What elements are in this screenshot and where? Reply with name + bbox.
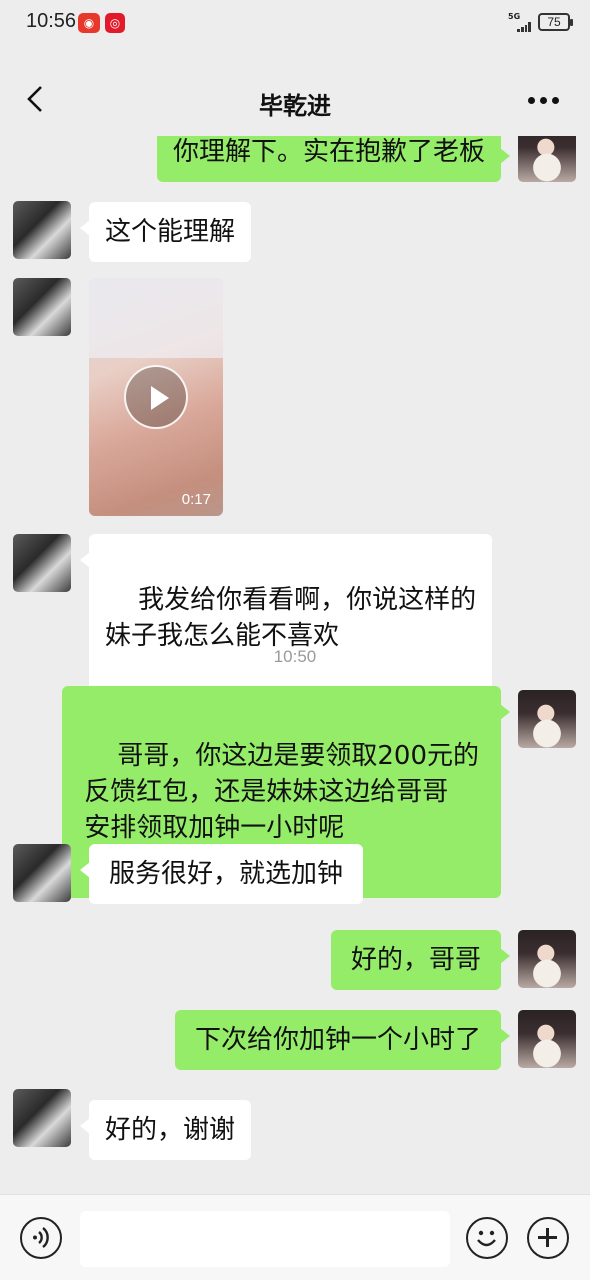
voice-icon[interactable]: [20, 1217, 62, 1259]
message-bubble-incoming[interactable]: 我发给你看看啊，你说这样的 妹子我怎么能不喜欢: [79, 534, 493, 702]
input-bar: [0, 1194, 590, 1280]
more-dots-icon[interactable]: [528, 94, 562, 106]
message-bubble-outgoing[interactable]: 你理解下。实在抱歉了老板: [156, 136, 511, 182]
avatar-contact[interactable]: [13, 534, 71, 592]
avatar-contact[interactable]: [13, 201, 71, 259]
battery-icon: 75: [538, 13, 573, 31]
avatar-contact[interactable]: [13, 844, 71, 902]
message-bubble-incoming[interactable]: 好的，谢谢: [79, 1100, 252, 1160]
signal-icon: 5G: [508, 12, 532, 34]
status-bar: 10:56 ◉ ◎ 5G 75: [0, 0, 590, 48]
message-text: 下次给你加钟一个小时了: [194, 1025, 481, 1055]
plus-icon[interactable]: [527, 1217, 569, 1259]
status-time: 10:56: [26, 10, 77, 32]
avatar-contact[interactable]: [13, 278, 71, 336]
avatar-contact[interactable]: [13, 1089, 71, 1147]
play-icon[interactable]: [124, 365, 188, 429]
weibo-icon: ◉: [78, 13, 100, 33]
avatar-self[interactable]: [518, 930, 576, 988]
message-text: 好的，哥哥: [350, 945, 481, 975]
avatar-self[interactable]: [518, 1010, 576, 1068]
message-text: 服务很好，就选加钟: [109, 859, 344, 889]
chat-title: 毕乾进: [259, 92, 331, 120]
netease-music-icon: ◎: [105, 13, 125, 33]
avatar-self[interactable]: [518, 136, 576, 182]
emoji-icon[interactable]: [466, 1217, 508, 1259]
message-bubble-incoming[interactable]: 服务很好，就选加钟: [79, 844, 364, 904]
chat-header: 毕乾进: [0, 66, 590, 136]
message-bubble-incoming[interactable]: 这个能理解: [79, 202, 252, 262]
video-message[interactable]: 0:17: [89, 278, 223, 516]
message-bubble-outgoing[interactable]: 下次给你加钟一个小时了: [174, 1010, 511, 1070]
message-text: 这个能理解: [105, 217, 236, 247]
time-divider: 10:50: [273, 647, 317, 666]
message-text: 你理解下。实在抱歉了老板: [172, 137, 485, 167]
chat-message-list[interactable]: 你理解下。实在抱歉了老板 这个能理解 0:17 我发给你看看啊，你说这样的 妹子…: [0, 136, 590, 1194]
network-type: 5G: [508, 12, 521, 21]
avatar-self[interactable]: [518, 690, 576, 748]
message-text: 哥哥，你这边是要领取200元的 反馈红包，还是妹妹这边给哥哥 安排领取加钟一小时…: [84, 741, 479, 843]
message-bubble-outgoing[interactable]: 好的，哥哥: [330, 930, 511, 990]
message-input[interactable]: [80, 1211, 450, 1267]
video-duration: 0:17: [181, 491, 211, 508]
message-text: 我发给你看看啊，你说这样的 妹子我怎么能不喜欢: [105, 585, 477, 651]
message-text: 好的，谢谢: [105, 1115, 236, 1145]
